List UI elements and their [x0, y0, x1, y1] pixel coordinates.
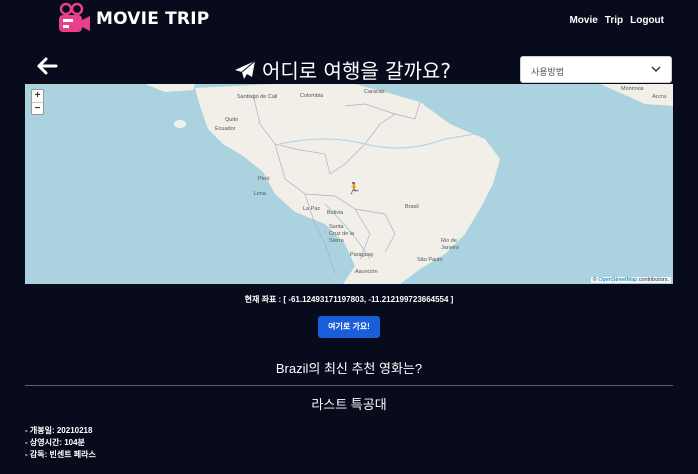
map-label-asuncion: Asunción — [355, 269, 378, 275]
map-label-ecuador: Ecuador — [215, 126, 236, 132]
chevron-down-icon — [651, 66, 661, 72]
movie-director: - 감독: 빈센트 페라스 — [25, 450, 96, 459]
map-label-bolivia: Bolivia — [327, 210, 344, 216]
movie-release-date: - 개봉일: 20210218 — [25, 426, 93, 435]
nav-logout[interactable]: Logout — [630, 15, 664, 26]
page-title: 어디로 여행을 갈까요? — [234, 55, 451, 84]
map-label-santiago-cali: Santiago de Cali — [237, 94, 278, 100]
paper-plane-icon — [235, 60, 256, 79]
osm-link[interactable]: OpenStreetMap — [598, 277, 637, 283]
map-label-rio: Rio de Janeiro — [441, 238, 460, 251]
map-label-paraguay: Paraguay — [350, 252, 374, 258]
nav-movie[interactable]: Movie — [569, 15, 597, 26]
map-label-quito: Quito — [225, 117, 239, 123]
location-marker-icon[interactable]: 🏃 — [347, 182, 361, 195]
zoom-in-button[interactable]: + — [32, 90, 43, 102]
dropdown-selected: 사용방법 — [531, 67, 565, 77]
go-here-button[interactable]: 여기로 가요! — [318, 316, 380, 338]
navbar: MOVIE TRIP Movie Trip Logout — [0, 0, 698, 44]
map-label-peru: Perú — [258, 176, 270, 182]
movie-runtime: - 상영시간: 104분 — [25, 438, 85, 447]
map-label-brasil: Brasil — [405, 204, 419, 210]
zoom-out-button[interactable]: − — [32, 102, 43, 114]
page-title-text: 어디로 여행을 갈까요? — [262, 59, 451, 83]
recommendation-title: Brazil의 최신 추천 영화는? — [275, 361, 423, 376]
map-label-colombia: Colombia — [300, 93, 324, 99]
world-map[interactable]: + − Caracas Colombia Santiago de Cali Qu… — [25, 84, 673, 284]
back-arrow-icon[interactable] — [36, 56, 58, 76]
map-label-caracas: Caracas — [364, 89, 385, 95]
current-coordinates: 현재 좌표 : [ -61.12493171197803, -11.212199… — [244, 295, 454, 304]
map-label-la-paz: La Paz — [303, 206, 321, 212]
divider — [25, 385, 673, 386]
usage-dropdown[interactable]: 사용방법 — [520, 56, 672, 83]
movie-title[interactable]: 라스트 특공대 — [0, 394, 698, 413]
map-label-lima: Lima — [254, 191, 266, 197]
map-attribution: © OpenStreetMap contributors. — [590, 277, 671, 283]
nav-links: Movie Trip Logout — [569, 15, 664, 26]
map-label-sao-paulo: São Paulo — [417, 257, 443, 263]
movie-camera-icon — [56, 2, 92, 36]
logo[interactable]: MOVIE TRIP — [56, 2, 209, 36]
map-label-accra: Accra — [652, 94, 667, 100]
map-label-santa-cruz: Santa Cruz de la Sierra — [329, 224, 355, 244]
movie-details: - 개봉일: 20210218 - 상영시간: 104분 - 감독: 빈센트 페… — [25, 425, 96, 461]
map-label-monrovia: Monrovia — [621, 86, 644, 92]
zoom-control: + − — [31, 89, 44, 115]
nav-trip[interactable]: Trip — [605, 15, 623, 26]
logo-text: MOVIE TRIP — [96, 9, 210, 29]
